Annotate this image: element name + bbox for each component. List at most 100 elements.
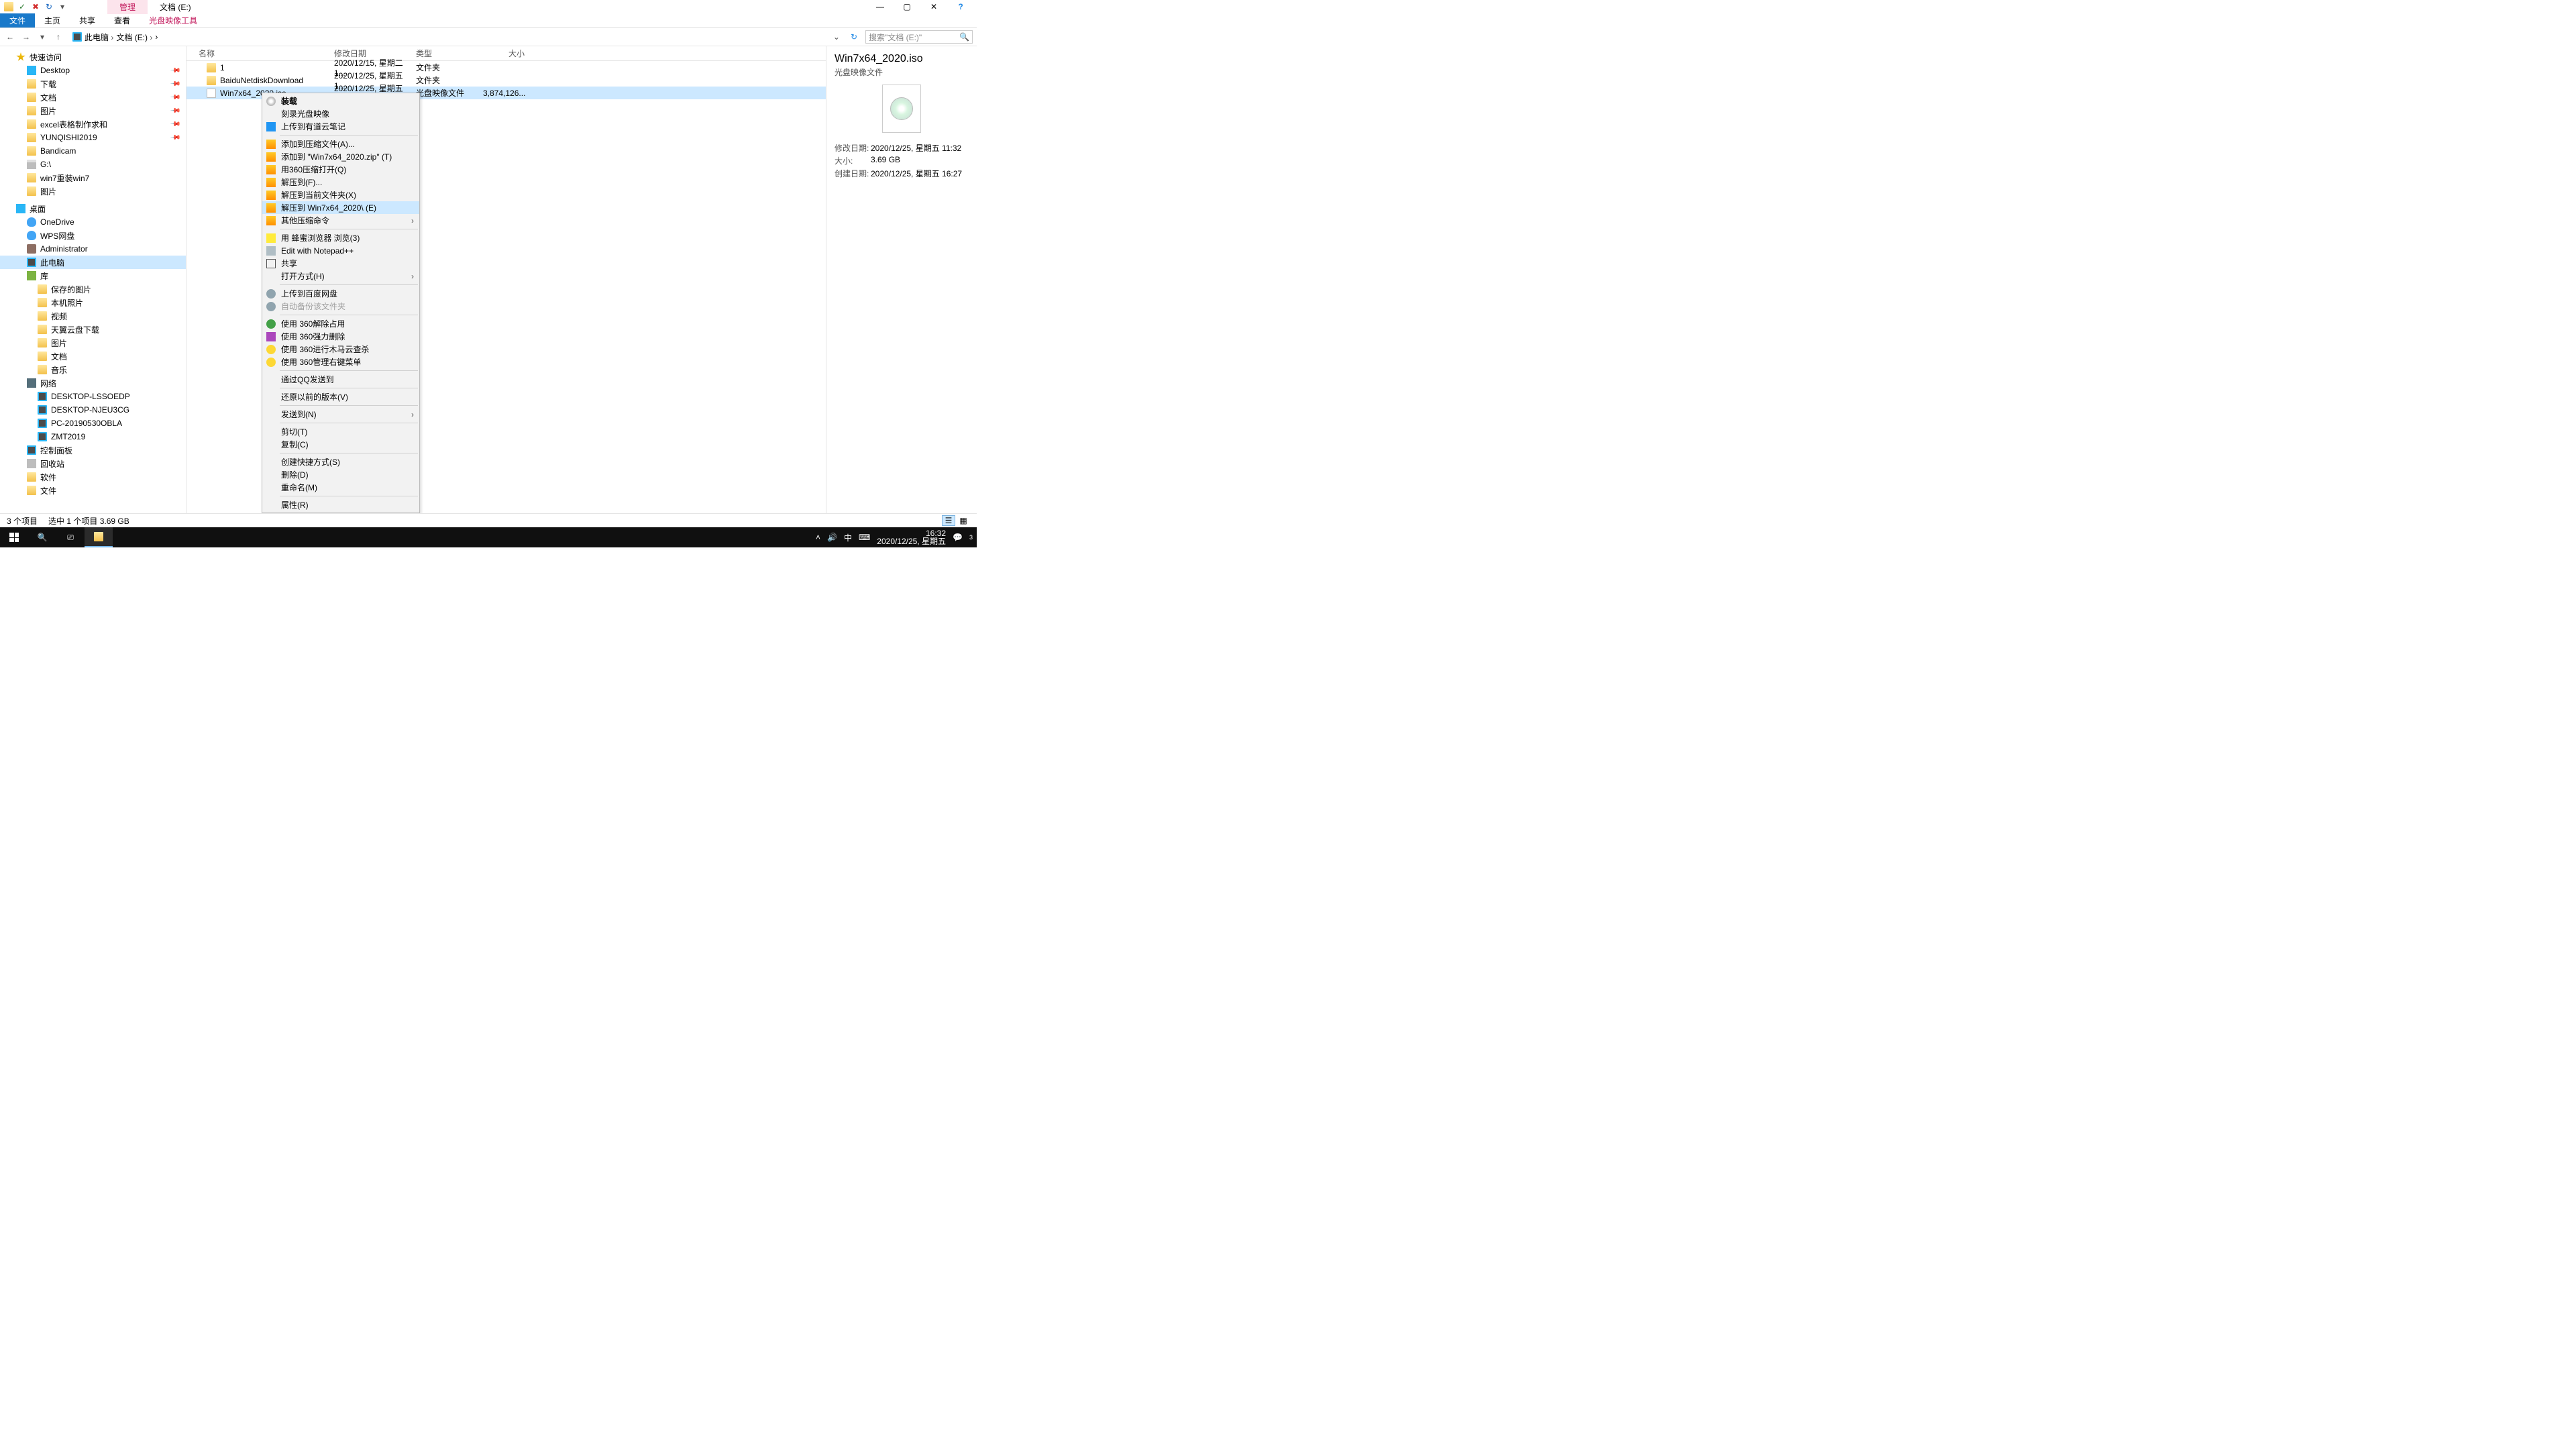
sidebar-item[interactable]: 图片: [0, 184, 186, 198]
ctx-extract-named[interactable]: 解压到 Win7x64_2020\ (E): [262, 201, 419, 214]
ribbon-tab-home[interactable]: 主页: [35, 13, 70, 28]
sidebar-item[interactable]: PC-20190530OBLA: [0, 417, 186, 430]
column-type[interactable]: 类型: [416, 48, 483, 59]
history-dropdown[interactable]: ▾: [36, 32, 48, 42]
ctx-cut[interactable]: 剪切(T): [262, 425, 419, 438]
up-button[interactable]: ↑: [52, 32, 64, 42]
task-view-button[interactable]: ⎚: [56, 527, 85, 547]
address-bar[interactable]: 此电脑 文档 (E:) ›: [68, 32, 826, 43]
maximize-button[interactable]: ▢: [894, 0, 920, 13]
tray-notifications-icon[interactable]: 💬: [953, 533, 963, 542]
ctx-open-with[interactable]: 打开方式(H)›: [262, 270, 419, 282]
sidebar-item[interactable]: YUNQISHI2019📌: [0, 131, 186, 144]
tray-keyboard-icon[interactable]: ⌨: [859, 533, 870, 542]
sidebar-item[interactable]: 文档: [0, 350, 186, 363]
search-icon[interactable]: 🔍: [959, 32, 969, 42]
qat-dropdown-icon[interactable]: ▾: [58, 2, 67, 11]
ctx-open-360zip[interactable]: 用360压缩打开(Q): [262, 163, 419, 176]
ribbon-tab-view[interactable]: 查看: [105, 13, 140, 28]
sidebar-item[interactable]: 控制面板: [0, 443, 186, 457]
refresh-button[interactable]: ↻: [847, 32, 861, 42]
ctx-360-force-delete[interactable]: 使用 360强力删除: [262, 330, 419, 343]
taskbar-explorer[interactable]: [85, 527, 113, 547]
ribbon-tab-share[interactable]: 共享: [70, 13, 105, 28]
qat-save-icon[interactable]: ✓: [17, 2, 27, 11]
sidebar-item-libraries[interactable]: 库: [0, 269, 186, 282]
sidebar-item[interactable]: 文档📌: [0, 91, 186, 104]
ctx-baidu-upload[interactable]: 上传到百度网盘: [262, 287, 419, 300]
sidebar-item[interactable]: 图片: [0, 336, 186, 350]
ctx-other-archive[interactable]: 其他压缩命令›: [262, 214, 419, 227]
back-button[interactable]: ←: [4, 32, 16, 42]
ctx-360-unlock[interactable]: 使用 360解除占用: [262, 317, 419, 330]
start-button[interactable]: [0, 527, 28, 547]
ctx-extract-here[interactable]: 解压到当前文件夹(X): [262, 189, 419, 201]
sidebar-item[interactable]: excel表格制作求和📌: [0, 117, 186, 131]
sidebar-item[interactable]: Administrator: [0, 242, 186, 256]
ribbon-tab-iso-tools[interactable]: 光盘映像工具: [140, 13, 207, 28]
sidebar-item[interactable]: win7重装win7: [0, 171, 186, 184]
tray-ime-icon[interactable]: 中: [844, 532, 852, 543]
help-button[interactable]: ?: [947, 0, 974, 13]
sidebar-item[interactable]: 本机照片: [0, 296, 186, 309]
sidebar-item[interactable]: Bandicam: [0, 144, 186, 158]
breadcrumb[interactable]: 此电脑: [85, 32, 113, 43]
breadcrumb[interactable]: 文档 (E:): [116, 32, 152, 43]
ctx-notepadpp[interactable]: Edit with Notepad++: [262, 244, 419, 257]
sidebar-item[interactable]: 音乐: [0, 363, 186, 376]
sidebar-item-network[interactable]: 网络: [0, 376, 186, 390]
search-button[interactable]: 🔍: [28, 527, 56, 547]
ctx-360-manage[interactable]: 使用 360管理右键菜单: [262, 356, 419, 368]
sidebar-item[interactable]: 文件: [0, 484, 186, 497]
tray-volume-icon[interactable]: 🔊: [827, 533, 837, 542]
ctx-rename[interactable]: 重命名(M): [262, 481, 419, 494]
sidebar-desktop-group[interactable]: 桌面: [0, 202, 186, 215]
table-row[interactable]: 1 2020/12/15, 星期二 1... 文件夹: [186, 61, 826, 74]
ctx-extract-to[interactable]: 解压到(F)...: [262, 176, 419, 189]
sidebar-item[interactable]: DESKTOP-NJEU3CG: [0, 403, 186, 417]
sidebar-item[interactable]: 视频: [0, 309, 186, 323]
column-size[interactable]: 大小: [483, 48, 530, 59]
sidebar-item[interactable]: 软件: [0, 470, 186, 484]
ctx-copy[interactable]: 复制(C): [262, 438, 419, 451]
ctx-add-zip[interactable]: 添加到 "Win7x64_2020.zip" (T): [262, 150, 419, 163]
search-input[interactable]: 搜索"文档 (E:)" 🔍: [865, 30, 973, 44]
qat-delete-icon[interactable]: ✖: [31, 2, 40, 11]
sidebar-item[interactable]: 保存的图片: [0, 282, 186, 296]
table-row[interactable]: BaiduNetdiskDownload 2020/12/25, 星期五 1..…: [186, 74, 826, 87]
sidebar-item[interactable]: DESKTOP-LSSOEDP: [0, 390, 186, 403]
ctx-youdao-upload[interactable]: 上传到有道云笔记: [262, 120, 419, 133]
sidebar-item[interactable]: WPS网盘: [0, 229, 186, 242]
forward-button[interactable]: →: [20, 32, 32, 42]
view-icons-button[interactable]: ▦: [957, 515, 970, 526]
sidebar-item[interactable]: 回收站: [0, 457, 186, 470]
sidebar-item-this-pc[interactable]: 此电脑: [0, 256, 186, 269]
address-dropdown-icon[interactable]: ⌄: [830, 32, 843, 42]
ctx-burn[interactable]: 刻录光盘映像: [262, 107, 419, 120]
sidebar-quick-access[interactable]: 快速访问: [0, 50, 186, 64]
sidebar-item[interactable]: 图片📌: [0, 104, 186, 117]
ctx-mount[interactable]: 装载: [262, 95, 419, 107]
ribbon-tab-file[interactable]: 文件: [0, 13, 35, 28]
close-button[interactable]: ✕: [920, 0, 947, 13]
ctx-delete[interactable]: 删除(D): [262, 468, 419, 481]
qat-redo-icon[interactable]: ↻: [44, 2, 54, 11]
ctx-restore-versions[interactable]: 还原以前的版本(V): [262, 390, 419, 403]
ctx-360-scan[interactable]: 使用 360进行木马云查杀: [262, 343, 419, 356]
ctx-properties[interactable]: 属性(R): [262, 498, 419, 511]
sidebar-item[interactable]: 天翼云盘下载: [0, 323, 186, 336]
ctx-send-to[interactable]: 发送到(N)›: [262, 408, 419, 421]
tray-chevron-icon[interactable]: ˄: [816, 533, 820, 542]
sidebar-item[interactable]: Desktop📌: [0, 64, 186, 77]
ctx-create-shortcut[interactable]: 创建快捷方式(S): [262, 455, 419, 468]
sidebar-item[interactable]: G:\: [0, 158, 186, 171]
minimize-button[interactable]: —: [867, 0, 894, 13]
column-name[interactable]: 名称: [186, 48, 334, 59]
ctx-add-archive[interactable]: 添加到压缩文件(A)...: [262, 138, 419, 150]
sidebar-item[interactable]: ZMT2019: [0, 430, 186, 443]
sidebar-item[interactable]: OneDrive: [0, 215, 186, 229]
sidebar-item[interactable]: 下载📌: [0, 77, 186, 91]
ctx-share[interactable]: 共享: [262, 257, 419, 270]
ctx-qq-send[interactable]: 通过QQ发送到: [262, 373, 419, 386]
ctx-bee-browser[interactable]: 用 蜂蜜浏览器 浏览(3): [262, 231, 419, 244]
